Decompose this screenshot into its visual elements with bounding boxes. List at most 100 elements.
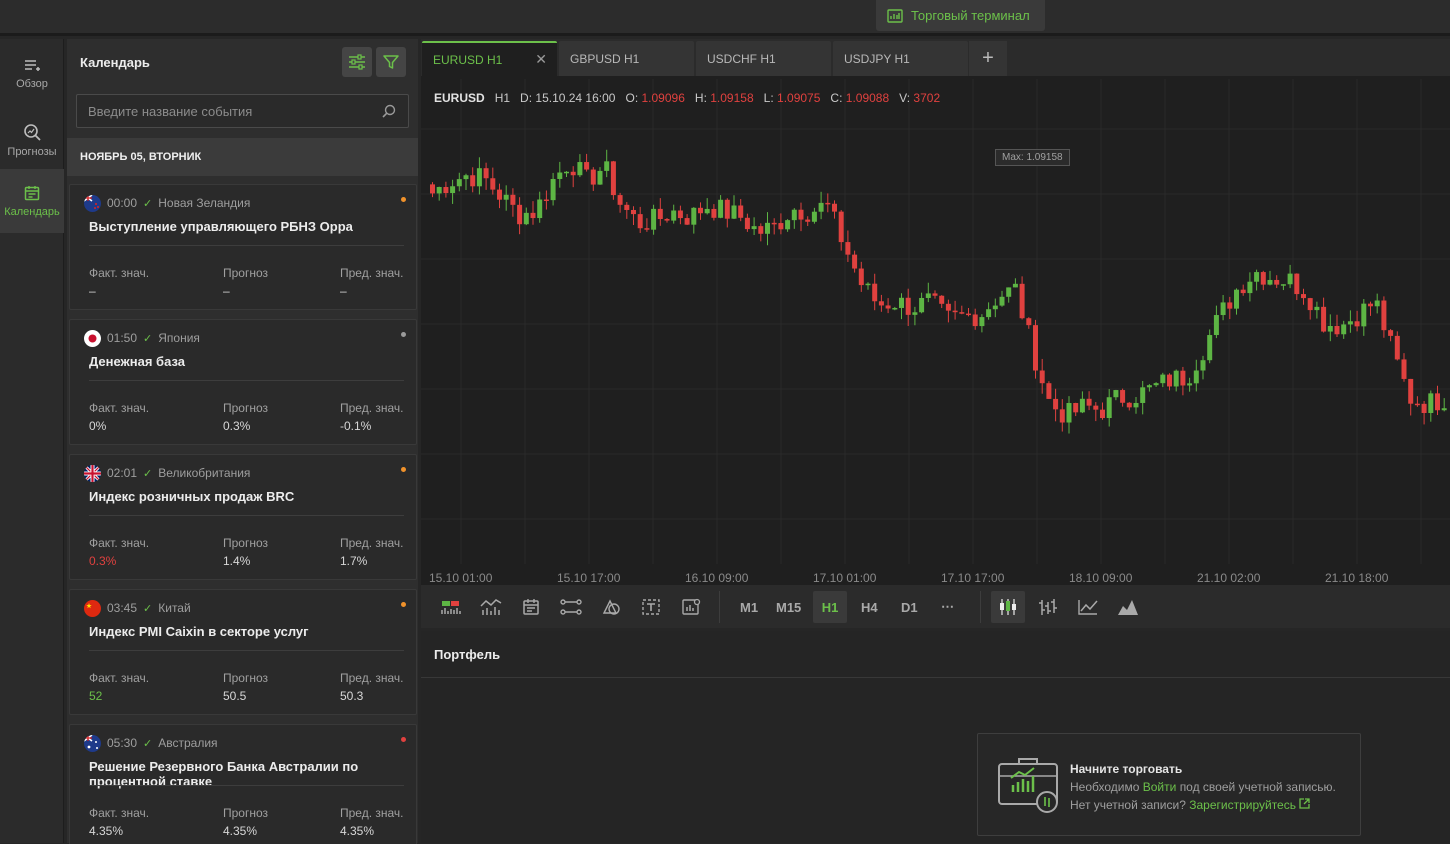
candle-body — [637, 214, 643, 229]
time-tick-label: 15.10 17:00 — [557, 571, 621, 585]
event-search-input[interactable] — [77, 95, 382, 127]
event-card[interactable]: 02:01 ✓ Великобритания Индекс розничных про… — [69, 454, 417, 580]
candle-body — [1254, 272, 1260, 282]
candle-body — [1120, 390, 1126, 403]
portfolio-panel: Портфель Начните торговать Необходимо Во… — [421, 631, 1450, 843]
candle-body — [1294, 273, 1300, 295]
candle-body — [1059, 409, 1065, 423]
candle-body — [497, 189, 502, 200]
top-bar: Торговый терминал — [0, 0, 1450, 36]
max-price-tooltip: Max: 1.09158 — [995, 149, 1070, 166]
ohlc-low: 1.09075 — [777, 91, 821, 105]
candle-body — [1213, 315, 1219, 336]
area-chart-icon — [1118, 600, 1138, 615]
candle-body — [1414, 403, 1420, 406]
calendar-settings-button[interactable] — [342, 47, 372, 77]
check-icon: ✓ — [143, 737, 153, 750]
date-header: НОЯБРЬ 05, ВТОРНИК — [67, 138, 418, 176]
event-card[interactable]: 03:45 ✓ Китай Индекс PMI Caixin в секторе у… — [69, 589, 417, 715]
candle-body — [704, 208, 710, 214]
candle-body — [1428, 393, 1434, 413]
actual-value: 0.3% — [89, 554, 117, 568]
candle-body — [838, 211, 844, 243]
shapes-button[interactable] — [594, 591, 628, 623]
event-card[interactable]: 00:00 ✓ Новая Зеландия Выступление управляю… — [69, 184, 417, 310]
candle-body — [1066, 403, 1072, 423]
timeframe-h1-button[interactable]: H1 — [813, 591, 847, 623]
trend-line-button[interactable] — [554, 591, 588, 623]
candle-body — [1247, 281, 1253, 294]
timeframe-h4-button[interactable]: H4 — [854, 591, 885, 623]
candle-body — [1126, 402, 1132, 408]
candle-body — [738, 205, 744, 218]
event-divider — [89, 785, 404, 786]
candle-body — [798, 209, 804, 220]
bars-type-button[interactable] — [1031, 591, 1065, 623]
candlestick-chart[interactable] — [421, 39, 1450, 585]
start-trading-card: Начните торговать Необходимо Войти под с… — [977, 733, 1361, 836]
candle-body — [617, 195, 623, 205]
candle-body — [1280, 284, 1286, 286]
candle-body — [517, 204, 523, 225]
candle-body — [1133, 402, 1139, 408]
left-navigation: Обзор Прогнозы Календарь — [0, 39, 64, 843]
nav-forecasts[interactable]: Прогнозы — [0, 108, 64, 172]
text-tool-button[interactable] — [634, 591, 668, 623]
candle-body — [1053, 398, 1059, 410]
candle-body — [986, 309, 992, 318]
candle-body — [436, 187, 442, 194]
event-time: 02:01 — [107, 466, 138, 480]
external-link-icon[interactable] — [1299, 798, 1310, 809]
ohlc-close: 1.09088 — [845, 91, 890, 105]
event-card[interactable]: 01:50 ✓ Япония Денежная база Факт. знач. Прог… — [69, 319, 417, 445]
timeframe-m1-button[interactable]: M1 — [733, 591, 765, 623]
timeframe-d1-button[interactable]: D1 — [894, 591, 925, 623]
area-type-button[interactable] — [1111, 591, 1145, 623]
login-link[interactable]: Войти — [1143, 780, 1177, 794]
candles-type-button[interactable] — [991, 591, 1025, 623]
forecast-label: Прогноз — [223, 536, 269, 550]
register-link[interactable]: Зарегистрируйтесь — [1189, 798, 1296, 812]
actual-value: – — [89, 284, 96, 298]
calendar-filter-button[interactable] — [376, 47, 406, 77]
candle-body — [1327, 325, 1333, 332]
nav-calendar[interactable]: Календарь — [0, 169, 64, 233]
candle-body — [1033, 325, 1038, 371]
previous-value: 50.3 — [340, 689, 364, 703]
timeframe-m15-button[interactable]: M15 — [769, 591, 808, 623]
candle-body — [945, 303, 951, 311]
event-country: Китай — [158, 601, 191, 615]
candle-body — [811, 211, 817, 222]
indicators-button[interactable] — [434, 591, 468, 623]
ohlc-open-label: O: — [625, 91, 639, 105]
australia-flag — [84, 734, 101, 752]
ohlc-low-label: L: — [763, 91, 774, 105]
event-card[interactable]: 05:30 ✓ Австралия Решение Резервного Банка … — [69, 724, 417, 844]
nav-overview[interactable]: Обзор — [0, 42, 64, 106]
event-title: Выступление управляющего РБНЗ Орра — [89, 219, 353, 234]
candle-body — [597, 170, 603, 185]
candle-body — [832, 203, 837, 212]
candle-body — [664, 218, 670, 221]
chart-settings-button[interactable] — [674, 591, 708, 623]
chart-panel: EURUSD H1 ✕ GBPUSD H1 USDCHF H1 USDJPY H1… — [421, 39, 1450, 628]
candle-body — [952, 310, 958, 313]
line-type-button[interactable] — [1071, 591, 1105, 623]
trading-terminal-button[interactable]: Торговый терминал — [876, 0, 1045, 31]
economic-events-button[interactable] — [514, 591, 548, 623]
chart-studies-button[interactable] — [474, 591, 508, 623]
terminal-chart-icon — [887, 8, 903, 23]
actual-label: Факт. знач. — [89, 806, 150, 820]
search-icon[interactable] — [382, 104, 396, 118]
trading-terminal-label: Торговый терминал — [911, 8, 1030, 23]
candle-body — [510, 194, 516, 205]
previous-label: Пред. знач. — [340, 536, 404, 550]
forecast-value: 4.35% — [223, 824, 258, 838]
candle-body — [758, 226, 764, 234]
candle-body — [1073, 403, 1079, 413]
candle-body — [892, 307, 898, 310]
more-timeframes-button[interactable]: ⋯ — [934, 591, 961, 623]
calendar-icon — [24, 185, 40, 200]
event-time: 03:45 — [107, 601, 138, 615]
candle-body — [631, 209, 636, 215]
